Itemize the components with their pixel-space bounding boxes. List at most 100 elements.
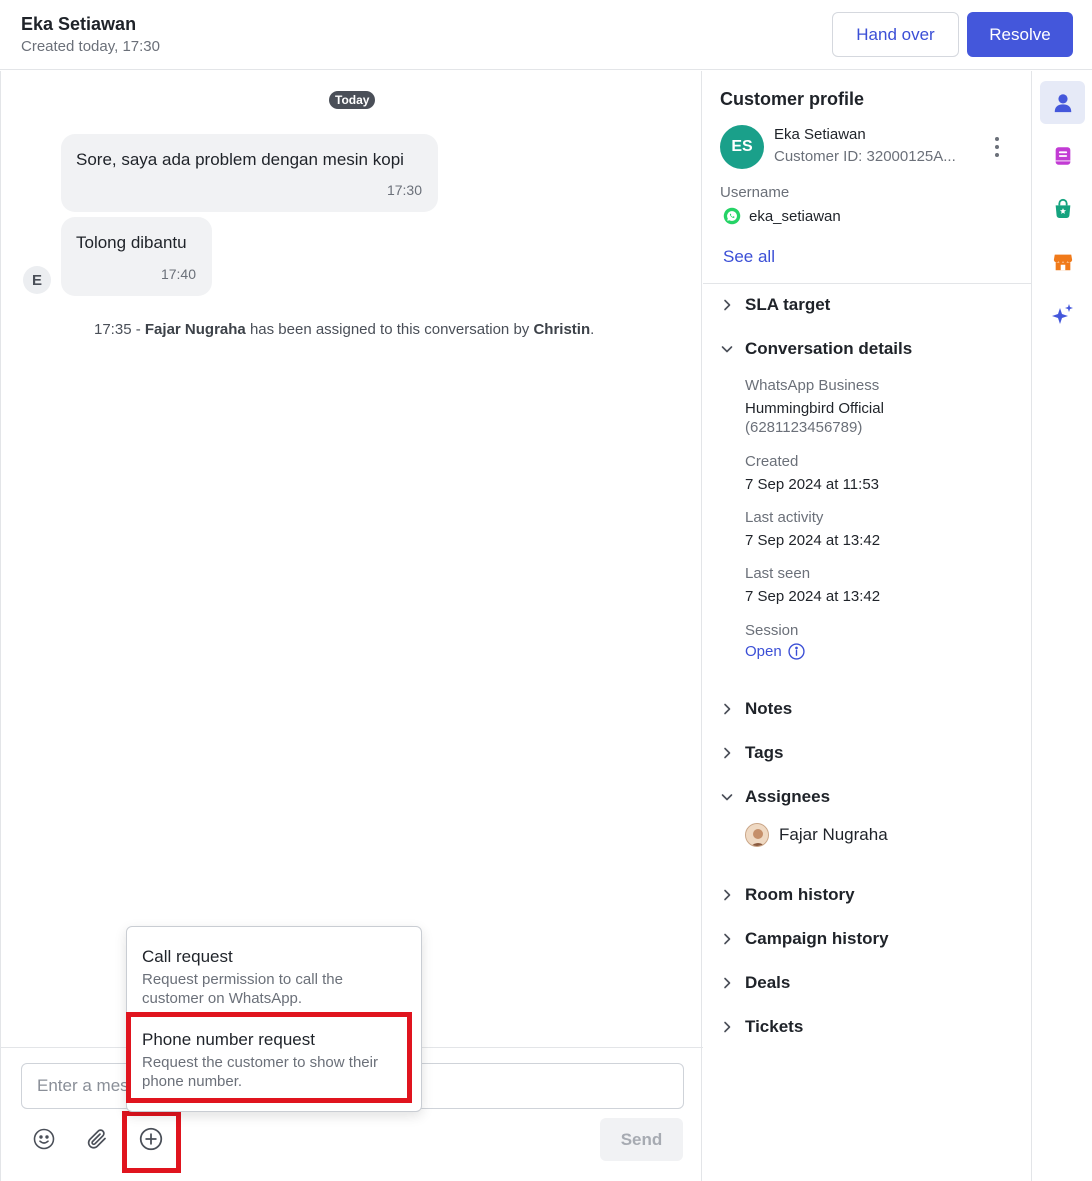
shopping-bag-icon: [1055, 198, 1070, 218]
send-button[interactable]: Send: [600, 1118, 683, 1161]
date-separator: Today: [329, 91, 376, 109]
highlight-box: [122, 1111, 181, 1173]
message-bubble: Sore, saya ada problem dengan mesin kopi…: [61, 134, 438, 212]
assignee-avatar: [745, 823, 769, 847]
emoji-button[interactable]: [26, 1121, 62, 1157]
system-message: 17:35 - Fajar Nugraha has been assigned …: [94, 321, 594, 338]
session-label: Session: [745, 622, 799, 639]
channel-name: Hummingbird Official: [745, 400, 884, 417]
message-time: 17:30: [386, 182, 422, 198]
section-deals[interactable]: Deals: [720, 973, 790, 993]
channel-number: (6281123456789): [745, 419, 863, 436]
resolve-button[interactable]: Resolve: [967, 12, 1073, 57]
sender-avatar: E: [23, 266, 51, 294]
chevron-right-icon: [724, 299, 731, 311]
session-status: Open: [745, 643, 805, 660]
section-label: Room history: [745, 885, 855, 904]
sparkle-icon: [1051, 303, 1073, 324]
section-sla-target[interactable]: SLA target: [720, 295, 830, 315]
system-message-assigner: Christin: [533, 321, 591, 338]
hand-over-button[interactable]: Hand over: [832, 12, 959, 57]
section-label: Notes: [745, 699, 793, 718]
username-label: Username: [720, 184, 790, 201]
chevron-right-icon: [724, 889, 731, 901]
rail-notes[interactable]: [1040, 134, 1085, 177]
rail-store[interactable]: [1040, 240, 1085, 283]
assignee-name: Fajar Nugraha: [779, 825, 888, 844]
chevron-right-icon: [724, 933, 731, 945]
system-message-agent: Fajar Nugraha: [144, 321, 246, 338]
kebab-dot: [995, 153, 999, 157]
emoji-icon: [33, 1128, 55, 1150]
chevron-right-icon: [724, 747, 731, 759]
section-label: SLA target: [745, 295, 831, 314]
last-activity-value: 7 Sep 2024 at 13:42: [745, 532, 881, 549]
customer-profile-title: Customer profile: [720, 89, 865, 109]
see-all-link[interactable]: See all: [723, 247, 775, 267]
system-message-dash: -: [135, 321, 141, 338]
last-activity-label: Last activity: [745, 509, 824, 526]
info-icon[interactable]: [788, 643, 805, 660]
customer-profile-panel: Customer profile ES Eka Setiawan Custome…: [703, 71, 1032, 1181]
kebab-dot: [995, 145, 999, 149]
conversation-created-time: Created today, 17:30: [21, 38, 160, 55]
system-message-time: 17:35: [94, 321, 132, 338]
store-icon: [1053, 254, 1072, 270]
section-label: Tags: [745, 743, 784, 762]
channel-label: WhatsApp Business: [745, 377, 880, 394]
paperclip-icon: [87, 1129, 106, 1149]
created-value: 7 Sep 2024 at 11:53: [745, 476, 880, 493]
user-icon: [1054, 93, 1071, 112]
section-assignees[interactable]: Assignees: [720, 787, 830, 807]
person-photo-icon: [746, 824, 768, 846]
rail-customer-profile[interactable]: [1040, 81, 1085, 124]
assignee-item: Fajar Nugraha: [745, 823, 888, 847]
conversation-customer-name: Eka Setiawan: [21, 14, 137, 34]
created-label: Created: [745, 453, 799, 470]
menu-item-call-request[interactable]: Call request Request permission to call …: [127, 947, 421, 1008]
section-label: Campaign history: [745, 929, 889, 948]
whatsapp-icon: [723, 207, 741, 225]
message-bubble: Tolong dibantu 17:40: [61, 217, 212, 296]
conversation-header: Eka Setiawan Created today, 17:30 Hand o…: [0, 0, 1092, 70]
message-text: Sore, saya ada problem dengan mesin kopi: [76, 150, 404, 169]
more-options-button[interactable]: [987, 133, 1007, 161]
chevron-right-icon: [724, 1021, 731, 1033]
section-label: Tickets: [745, 1017, 804, 1036]
section-label: Conversation details: [745, 339, 913, 358]
last-seen-label: Last seen: [745, 565, 811, 582]
chevron-down-icon: [721, 346, 733, 353]
system-message-end: .: [590, 321, 595, 338]
customer-name: Eka Setiawan: [774, 126, 866, 143]
section-conversation-details[interactable]: Conversation details: [720, 339, 912, 359]
section-room-history[interactable]: Room history: [720, 885, 855, 905]
menu-item-description: Request permission to call the customer …: [142, 971, 343, 1007]
system-message-text: has been assigned to this conversation b…: [249, 321, 530, 338]
rail-orders[interactable]: [1040, 187, 1085, 230]
section-tags[interactable]: Tags: [720, 743, 783, 763]
menu-item-title: Call request: [142, 947, 233, 966]
last-seen-value: 7 Sep 2024 at 13:42: [745, 588, 881, 605]
highlight-box: [126, 1012, 412, 1103]
section-campaign-history[interactable]: Campaign history: [720, 929, 889, 949]
side-icon-rail: [1033, 71, 1092, 1181]
message-time: 17:40: [160, 266, 196, 282]
customer-id: Customer ID: 32000125A...: [774, 148, 956, 165]
section-notes[interactable]: Notes: [720, 699, 792, 719]
panel-divider: [703, 283, 1031, 284]
chevron-down-icon: [721, 794, 733, 801]
customer-avatar: ES: [720, 125, 764, 169]
customer-username: eka_setiawan: [749, 208, 841, 225]
attach-button[interactable]: [79, 1121, 115, 1157]
notebook-icon: [1055, 146, 1070, 165]
kebab-dot: [995, 137, 999, 141]
session-value: Open: [745, 643, 782, 660]
chevron-right-icon: [724, 977, 731, 989]
section-label: Deals: [745, 973, 791, 992]
chat-panel: Today Sore, saya ada problem dengan mesi…: [0, 71, 703, 1181]
section-tickets[interactable]: Tickets: [720, 1017, 803, 1037]
rail-ai-assistant[interactable]: [1040, 293, 1085, 336]
chevron-right-icon: [724, 703, 731, 715]
section-label: Assignees: [745, 787, 831, 806]
message-text: Tolong dibantu: [76, 233, 187, 252]
